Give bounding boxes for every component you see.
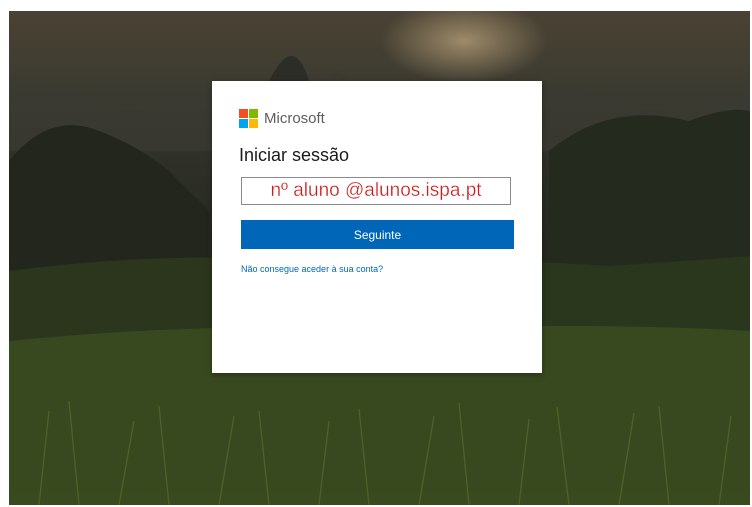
background-photo: Microsoft Iniciar sessão nº aluno @aluno… <box>9 11 750 505</box>
email-field[interactable]: nº aluno @alunos.ispa.pt <box>241 177 511 205</box>
signin-card: Microsoft Iniciar sessão nº aluno @aluno… <box>212 81 542 373</box>
brand-name: Microsoft <box>264 110 325 127</box>
microsoft-brand: Microsoft <box>239 109 325 128</box>
page-title: Iniciar sessão <box>239 145 350 165</box>
next-button[interactable]: Seguinte <box>241 220 514 249</box>
email-field-value: nº aluno @alunos.ispa.pt <box>270 180 482 201</box>
cant-access-account-link[interactable]: Não consegue aceder à sua conta? <box>241 264 383 274</box>
microsoft-logo-icon <box>239 109 258 128</box>
